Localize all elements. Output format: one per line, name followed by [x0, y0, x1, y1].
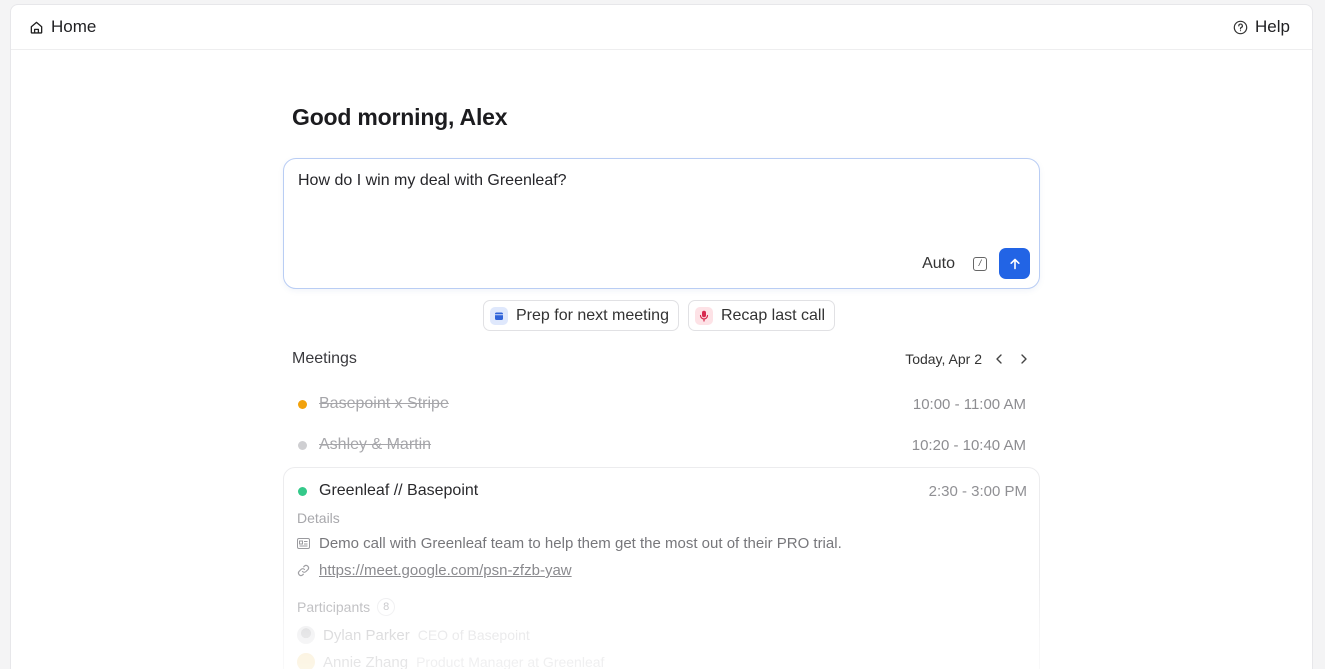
recap-last-call-chip[interactable]: Recap last call	[687, 300, 836, 331]
details-label: Details	[297, 510, 340, 526]
participant-role: CEO of Basepoint	[417, 627, 530, 643]
link-row: https://meet.google.com/psn-zfzb-yaw	[297, 562, 572, 579]
previous-day-button[interactable]	[991, 353, 1007, 365]
ask-input[interactable]	[298, 172, 1018, 190]
meeting-name: Ashley & Martin	[319, 436, 432, 453]
calendar-icon	[490, 306, 508, 325]
participant-name: Annie Zhang	[323, 653, 409, 669]
status-dot	[298, 440, 307, 450]
participant-name: Dylan Parker	[323, 626, 410, 644]
status-dot	[298, 486, 307, 496]
chevron-right-icon	[1021, 354, 1027, 364]
meeting-row[interactable]: Basepoint x Stripe 10:00 - 11:00 AM	[298, 395, 1026, 413]
ask-composer[interactable]: Auto /	[283, 158, 1040, 289]
meeting-name: Greenleaf // Basepoint	[319, 482, 479, 499]
chip-label: Prep for next meeting	[516, 306, 669, 324]
meeting-title: Greenleaf // Basepoint	[298, 482, 478, 500]
description-icon	[297, 538, 310, 549]
chip-label: Recap last call	[720, 306, 826, 324]
meeting-row[interactable]: Ashley & Martin 10:20 - 10:40 AM	[298, 436, 1026, 454]
date-navigator: Today, Apr 2	[905, 351, 1032, 367]
meeting-name: Basepoint x Stripe	[319, 395, 449, 412]
top-bar: Home Help	[11, 5, 1312, 50]
meeting-link[interactable]: https://meet.google.com/psn-zfzb-yaw	[319, 562, 572, 579]
meeting-time: 10:00 - 11:00 AM	[912, 395, 1026, 413]
slash-shortcut-icon[interactable]: /	[973, 256, 987, 271]
microphone-icon	[694, 306, 713, 325]
meeting-time: 10:20 - 10:40 AM	[911, 436, 1026, 454]
meeting-description: Demo call with Greenleaf team to help th…	[319, 535, 842, 552]
participant-item[interactable]: Annie Zhang Product Manager at Greenleaf	[297, 653, 604, 669]
participants-count-badge: 8	[377, 598, 396, 616]
meetings-header: Meetings Today, Apr 2	[292, 350, 1032, 368]
mode-selector[interactable]: Auto	[922, 255, 955, 273]
help-label: Help	[1255, 17, 1290, 36]
home-link[interactable]: Home	[29, 17, 96, 37]
composer-controls: Auto /	[922, 248, 1030, 279]
meeting-time: 2:30 - 3:00 PM	[928, 483, 1027, 500]
send-button[interactable]	[999, 248, 1030, 279]
suggestion-chips: Prep for next meeting Recap last call	[483, 300, 836, 331]
meetings-title: Meetings	[292, 350, 357, 367]
description-row: Demo call with Greenleaf team to help th…	[297, 535, 842, 552]
participants-label: Participants	[297, 599, 371, 615]
link-icon	[297, 564, 310, 577]
prep-next-meeting-chip[interactable]: Prep for next meeting	[483, 300, 679, 331]
chevron-left-icon	[996, 354, 1002, 364]
greeting-heading: Good morning, Alex	[292, 104, 508, 130]
arrow-up-icon	[1009, 258, 1020, 269]
participant-item[interactable]: Dylan Parker CEO of Basepoint	[297, 626, 530, 644]
help-icon	[1233, 20, 1248, 34]
status-dot	[298, 399, 307, 409]
avatar	[297, 626, 315, 644]
avatar	[297, 653, 315, 669]
current-date: Today, Apr 2	[905, 351, 982, 367]
home-label: Home	[51, 17, 97, 36]
participant-role: Product Manager at Greenleaf	[416, 654, 605, 669]
help-link[interactable]: Help	[1233, 17, 1290, 37]
participants-header: Participants 8	[297, 598, 396, 616]
app-window: Home Help Good morning, Alex Auto /	[10, 4, 1313, 669]
home-icon	[30, 21, 43, 34]
next-day-button[interactable]	[1016, 353, 1032, 365]
meeting-card-expanded[interactable]: Greenleaf // Basepoint 2:30 - 3:00 PM De…	[283, 467, 1040, 669]
